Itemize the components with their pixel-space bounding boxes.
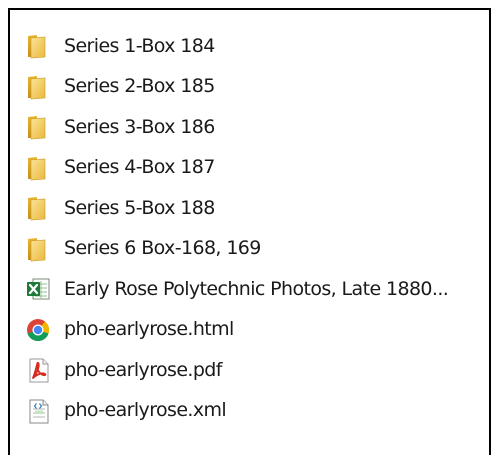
xml-file-icon	[24, 397, 52, 425]
chrome-html-icon	[24, 316, 52, 344]
file-label: Early Rose Polytechnic Photos, Late 1880…	[64, 277, 449, 300]
folder-icon	[24, 73, 52, 101]
file-label: Series 6 Box-168, 169	[64, 237, 261, 260]
list-item-folder-series-1[interactable]: Series 1-Box 184	[24, 26, 489, 67]
file-label: Series 2-Box 185	[64, 75, 215, 98]
list-item-folder-series-2[interactable]: Series 2-Box 185	[24, 67, 489, 108]
list-item-folder-series-4[interactable]: Series 4-Box 187	[24, 148, 489, 189]
file-label: pho-earlyrose.html	[64, 318, 234, 341]
folder-icon	[24, 235, 52, 263]
file-label: Series 4-Box 187	[64, 156, 215, 179]
file-label: Series 3-Box 186	[64, 115, 215, 138]
list-item-folder-series-3[interactable]: Series 3-Box 186	[24, 107, 489, 148]
file-list: Series 1-Box 184 Series 2-Box 185 Series…	[24, 26, 489, 431]
folder-icon	[24, 32, 52, 60]
list-item-folder-series-6[interactable]: Series 6 Box-168, 169	[24, 229, 489, 270]
list-item-folder-series-5[interactable]: Series 5-Box 188	[24, 188, 489, 229]
file-label: Series 1-Box 184	[64, 34, 215, 57]
list-item-excel-file[interactable]: Early Rose Polytechnic Photos, Late 1880…	[24, 269, 489, 310]
file-label: pho-earlyrose.pdf	[64, 358, 222, 381]
file-browser-window: Series 1-Box 184 Series 2-Box 185 Series…	[8, 8, 491, 455]
file-label: pho-earlyrose.xml	[64, 399, 227, 422]
file-label: Series 5-Box 188	[64, 196, 215, 219]
pdf-file-icon	[24, 356, 52, 384]
folder-icon	[24, 154, 52, 182]
list-item-xml-file[interactable]: pho-earlyrose.xml	[24, 391, 489, 432]
folder-icon	[24, 113, 52, 141]
list-item-pdf-file[interactable]: pho-earlyrose.pdf	[24, 350, 489, 391]
folder-icon	[24, 194, 52, 222]
list-item-html-file[interactable]: pho-earlyrose.html	[24, 310, 489, 351]
excel-file-icon	[24, 275, 52, 303]
